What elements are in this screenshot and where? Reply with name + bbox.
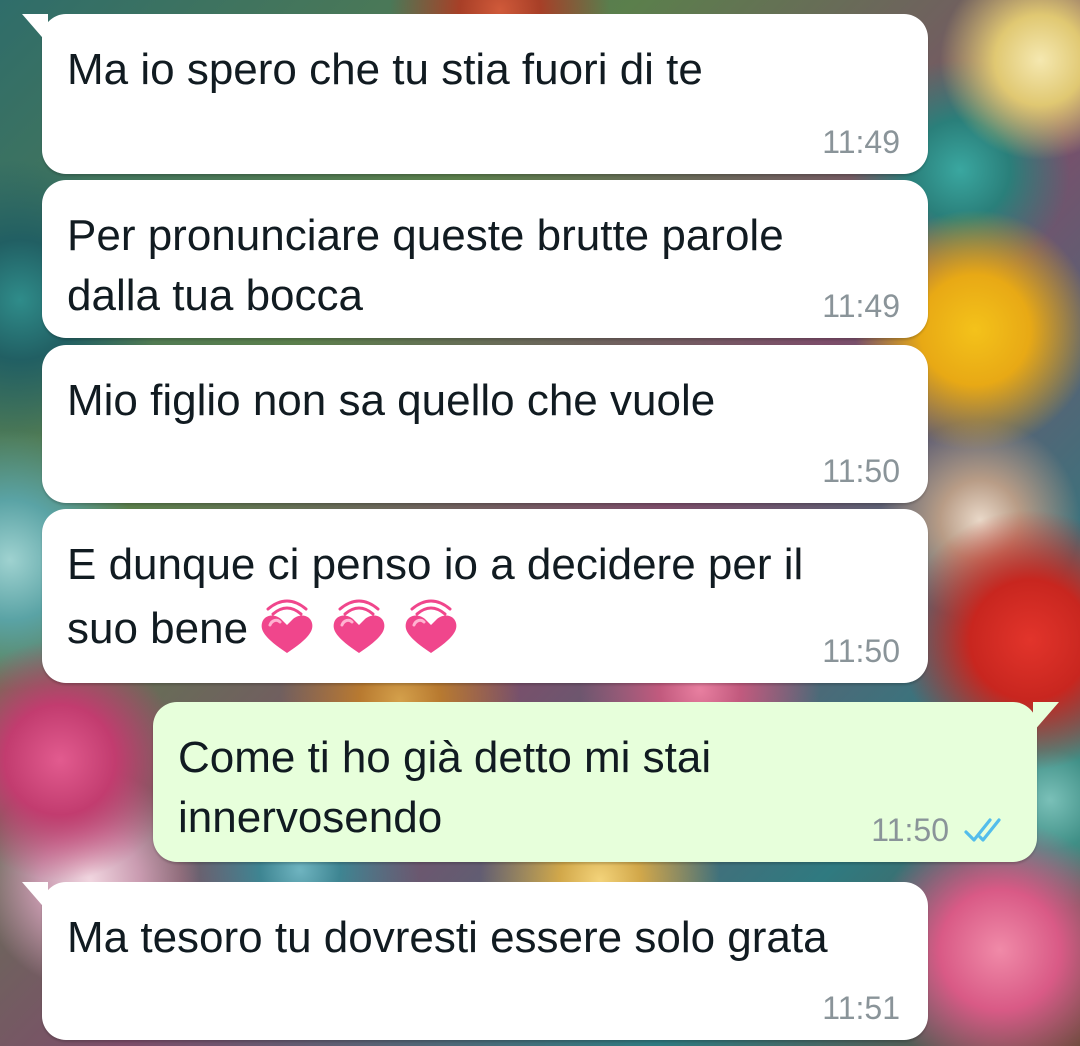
- message-bubble-incoming[interactable]: Ma tesoro tu dovresti essere solo grata …: [22, 882, 928, 1040]
- message-timestamp: 11:50: [822, 453, 900, 489]
- message-timestamp: 11:49: [822, 124, 900, 160]
- chat-message-list[interactable]: Ma io spero che tu stia fuori di te 11:4…: [0, 0, 1080, 1046]
- emoji-group: [254, 595, 464, 657]
- growing-heart-icon: [405, 599, 457, 653]
- message-meta: 11:49: [822, 124, 900, 160]
- message-timestamp: 11:50: [822, 633, 900, 669]
- message-meta: 11:50: [822, 633, 900, 669]
- message-text: E dunque ci penso io a decidere per il s…: [67, 535, 900, 659]
- growing-heart-icon: [333, 599, 385, 653]
- message-timestamp: 11:49: [822, 288, 900, 324]
- message-meta: 11:51: [822, 990, 900, 1026]
- message-timestamp: 11:51: [822, 990, 900, 1026]
- bubble-tail: [22, 14, 48, 44]
- message-meta: 11:50: [822, 453, 900, 489]
- message-bubble-incoming[interactable]: Per pronunciare queste brutte parole dal…: [42, 180, 928, 338]
- message-text: Ma tesoro tu dovresti essere solo grata: [67, 913, 828, 962]
- message-text: Per pronunciare queste brutte parole dal…: [67, 211, 784, 320]
- message-meta: 11:50: [871, 812, 1009, 848]
- growing-heart-icon: [261, 599, 313, 653]
- bubble-tail: [22, 882, 48, 912]
- message-timestamp: 11:50: [871, 812, 949, 848]
- message-text: Ma io spero che tu stia fuori di te: [67, 45, 703, 94]
- message-bubble-incoming[interactable]: Mio figlio non sa quello che vuole 11:50: [42, 345, 928, 503]
- bubble-tail: [1033, 702, 1059, 732]
- double-check-read-icon: [964, 818, 1001, 842]
- message-bubble-outgoing[interactable]: Come ti ho già detto mi stai innervosend…: [153, 702, 1059, 862]
- message-meta: 11:49: [822, 288, 900, 324]
- message-bubble-incoming[interactable]: E dunque ci penso io a decidere per il s…: [42, 509, 928, 683]
- message-bubble-incoming[interactable]: Ma io spero che tu stia fuori di te 11:4…: [22, 14, 928, 174]
- message-text: Mio figlio non sa quello che vuole: [67, 376, 716, 425]
